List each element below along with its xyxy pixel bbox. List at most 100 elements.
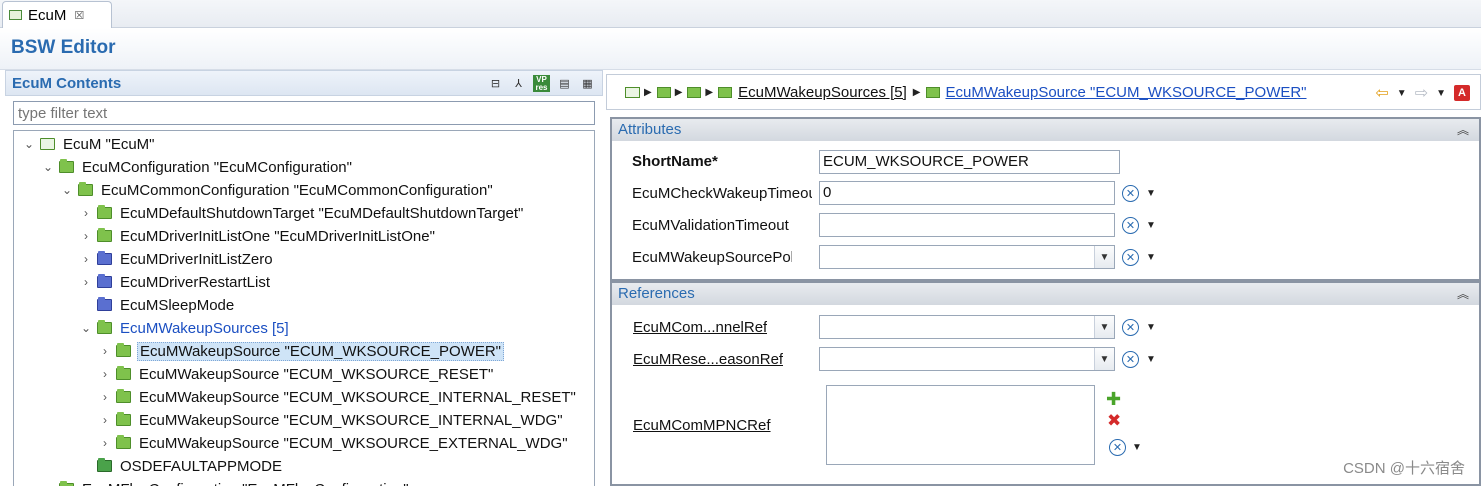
forward-arrow-icon[interactable]: ⇨ [1415, 83, 1428, 103]
chevron-right-icon[interactable]: ▶ [913, 87, 921, 98]
chevron-right-icon[interactable]: › [79, 252, 93, 266]
chevron-down-icon[interactable]: ⌄ [60, 183, 74, 197]
tree-item[interactable]: ⌄ EcuMWakeupSources [5] [79, 317, 291, 339]
short-name-input[interactable]: ECUM_WKSOURCE_POWER [819, 150, 1120, 174]
folder-icon[interactable] [925, 86, 940, 98]
tree-item[interactable]: ⌄ EcuMConfiguration "EcuMConfiguration" [41, 156, 354, 178]
chevron-right-icon[interactable]: ▶ [644, 87, 652, 98]
grid-icon[interactable]: ▦ [579, 75, 596, 92]
tree-item[interactable]: › EcuMWakeupSource "ECUM_WKSOURCE_RESET" [98, 363, 495, 385]
chevron-down-icon[interactable]: ▼ [1146, 252, 1156, 263]
tree-item[interactable]: ›EcuMSleepMode [79, 294, 236, 316]
tab-ecum[interactable]: EcuM ☒ [2, 1, 112, 28]
breadcrumb-current[interactable]: EcuMWakeupSource "ECUM_WKSOURCE_POWER" [946, 84, 1307, 101]
folder-icon[interactable] [656, 86, 671, 98]
folder-icon [97, 274, 112, 288]
add-icon[interactable]: ✚ [1106, 389, 1121, 410]
collapse-icon[interactable]: ︽ [1457, 121, 1469, 138]
tree-item[interactable]: › EcuMWakeupSource "ECUM_WKSOURCE_POWER" [98, 340, 505, 362]
chevron-down-icon[interactable]: ▼ [1436, 88, 1446, 99]
tree-item[interactable]: › EcuMWakeupSource "ECUM_WKSOURCE_INTERNA… [98, 386, 578, 408]
module-icon [9, 10, 22, 20]
check-wakeup-timeout-input[interactable]: 0 [819, 181, 1115, 205]
chevron-down-icon[interactable]: ⌄ [79, 321, 93, 335]
tree-item[interactable]: › EcuMDriverRestartList [79, 271, 272, 293]
tree-item-label: EcuMConfiguration "EcuMConfiguration" [82, 158, 352, 176]
chevron-right-icon[interactable]: › [98, 390, 112, 404]
contents-header: EcuM Contents ⊟ ⅄ VP res ▤ ▦ [5, 70, 603, 96]
wizard-icon[interactable]: ✕ [1109, 439, 1126, 456]
wizard-icon[interactable]: ✕ [1122, 217, 1139, 234]
tree-item-label: EcuMWakeupSource "ECUM_WKSOURCE_INTERNAL… [139, 388, 576, 406]
wizard-icon[interactable]: ✕ [1122, 185, 1139, 202]
tree-item-label: EcuMDriverRestartList [120, 273, 271, 291]
wizard-icon[interactable]: ✕ [1122, 249, 1139, 266]
references-header[interactable]: References ︽ [612, 281, 1479, 305]
autosar-icon[interactable]: A [1454, 85, 1470, 101]
back-arrow-icon[interactable]: ⇦ [1375, 83, 1388, 103]
tree-item[interactable]: › EcuMDefaultShutdownTarget "EcuMDefaultS… [79, 202, 525, 224]
reset-reason-ref-label[interactable]: EcuMRese...easonRef [633, 351, 783, 368]
editor-tab-strip: EcuM ☒ [0, 0, 1481, 28]
pnc-ref-list[interactable] [826, 385, 1095, 465]
chevron-down-icon[interactable]: ▼ [1146, 322, 1156, 333]
short-name-label: ShortName* [632, 153, 718, 170]
source-polling-select[interactable]: ▼ [819, 245, 1115, 269]
attributes-header[interactable]: Attributes ︽ [612, 117, 1479, 141]
chevron-down-icon[interactable]: ⌄ [41, 160, 55, 174]
chevron-down-icon[interactable]: ⌄ [22, 137, 36, 151]
tree-item[interactable]: ⌄ EcuM "EcuM" [22, 133, 157, 155]
chevron-right-icon[interactable]: ▶ [705, 87, 713, 98]
chevron-right-icon[interactable]: › [79, 206, 93, 220]
tree-item[interactable]: › EcuMDriverInitListOne "EcuMDriverInitLi… [79, 225, 437, 247]
reset-reason-ref-select[interactable]: ▼ [819, 347, 1115, 371]
delete-icon[interactable]: ✖ [1107, 411, 1121, 431]
chevron-right-icon[interactable]: › [79, 275, 93, 289]
chevron-right-icon[interactable]: › [98, 367, 112, 381]
tree-item-label: EcuMWakeupSource "ECUM_WKSOURCE_POWER" [137, 341, 505, 361]
document-icon[interactable]: ▤ [556, 75, 573, 92]
chevron-down-icon[interactable]: ▼ [1146, 220, 1156, 231]
tree-item[interactable]: › EcuMWakeupSource "ECUM_WKSOURCE_EXTERNA… [98, 432, 570, 454]
link-icon[interactable]: ⅄ [510, 75, 527, 92]
chevron-right-icon[interactable]: › [98, 413, 112, 427]
chevron-right-icon[interactable]: › [98, 344, 112, 358]
chevron-right-icon[interactable]: › [79, 229, 93, 243]
chevron-down-icon[interactable]: ▼ [1146, 354, 1156, 365]
chevron-down-icon[interactable]: ▼ [1132, 442, 1142, 453]
tree-item[interactable]: ⌄ EcuMCommonConfiguration "EcuMCommonConf… [60, 179, 495, 201]
chevron-down-icon[interactable]: ▼ [1094, 316, 1114, 338]
tree-item-label: EcuMDriverInitListZero [120, 250, 273, 268]
wizard-icon[interactable]: ✕ [1122, 319, 1139, 336]
breadcrumb-wakeup-sources[interactable]: EcuMWakeupSources [5] [738, 84, 907, 101]
collapse-icon[interactable]: ︽ [1457, 285, 1469, 302]
chevron-down-icon[interactable]: ▼ [1146, 188, 1156, 199]
folder-icon [97, 297, 112, 311]
tree-item[interactable]: › EcuMFlexConfiguration "EcuMFlexConfigur… [41, 478, 411, 486]
chevron-right-icon[interactable]: ▶ [675, 87, 683, 98]
tree-item[interactable]: › EcuMWakeupSource "ECUM_WKSOURCE_INTERNA… [98, 409, 565, 431]
collapse-all-icon[interactable]: ⊟ [487, 75, 504, 92]
comm-channel-ref-label[interactable]: EcuMCom...nnelRef [633, 319, 767, 336]
chevron-down-icon[interactable]: ▼ [1397, 88, 1407, 99]
close-icon[interactable]: ☒ [74, 9, 84, 22]
folder-icon[interactable] [687, 86, 702, 98]
contents-tree[interactable]: ⌄ EcuM "EcuM" ⌄ EcuMConfiguration "EcuMConf… [13, 130, 595, 486]
attributes-title: Attributes [618, 121, 682, 138]
filter-input[interactable] [13, 101, 595, 125]
chevron-down-icon[interactable]: ▼ [1094, 348, 1114, 370]
tree-item-label: EcuMDefaultShutdownTarget "EcuMDefaultSh… [120, 204, 524, 222]
check-wakeup-timeout-label: EcuMCheckWakeupTimeout [632, 185, 812, 202]
chevron-right-icon[interactable]: › [98, 436, 112, 450]
folder-icon[interactable] [718, 86, 733, 98]
validation-timeout-input[interactable] [819, 213, 1115, 237]
comm-channel-ref-select[interactable]: ▼ [819, 315, 1115, 339]
tree-item[interactable]: ›OSDEFAULTAPPMODE [79, 455, 284, 477]
chevron-down-icon[interactable]: ▼ [1094, 246, 1114, 268]
chevron-right-icon[interactable]: › [41, 482, 55, 486]
pnc-ref-label[interactable]: EcuMComMPNCRef [633, 417, 771, 434]
tree-item[interactable]: › EcuMDriverInitListZero [79, 248, 275, 270]
vp-res-icon[interactable]: VP res [533, 75, 550, 92]
module-icon[interactable] [625, 86, 640, 98]
wizard-icon[interactable]: ✕ [1122, 351, 1139, 368]
